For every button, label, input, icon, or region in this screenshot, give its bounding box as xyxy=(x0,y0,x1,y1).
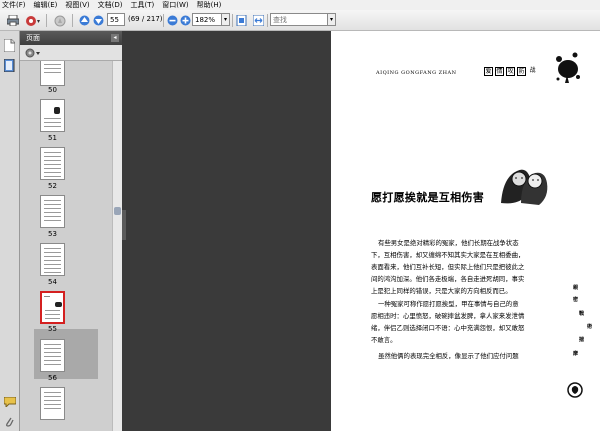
thumbnail-label: 56 xyxy=(48,374,57,382)
body-line: 表面看来，他们互补长短，但实际上他们只是把彼此之 xyxy=(371,263,525,271)
thumbnail-label: 53 xyxy=(48,230,57,238)
thumbnail-page-selected[interactable] xyxy=(40,291,65,324)
options-icon[interactable] xyxy=(25,48,41,60)
menu-view[interactable]: 视图(V) xyxy=(65,0,89,10)
header-char-box: 防 xyxy=(517,67,526,76)
menu-edit[interactable]: 编辑(E) xyxy=(34,0,58,10)
thumbnail-page[interactable] xyxy=(40,339,65,372)
couple-illustration xyxy=(495,157,551,209)
page-count-label: (69 / 217) xyxy=(128,15,163,23)
panel-splitter[interactable] xyxy=(122,210,126,240)
side-vertical-char: 揣 xyxy=(579,337,585,343)
pages-panel-title: 页面 xyxy=(26,34,40,42)
search-input[interactable] xyxy=(270,13,328,26)
menu-tools[interactable]: 工具(T) xyxy=(131,0,155,10)
thumbnail-label: 55 xyxy=(48,325,57,333)
search-dropdown-icon[interactable]: ▾ xyxy=(328,13,336,26)
header-char-box: 战 xyxy=(529,67,536,74)
side-vertical-char: 術 xyxy=(587,324,593,330)
body-line: 有些男女是绝对精彩的冤家，他们长期在战争状态 xyxy=(378,239,519,247)
zoom-in-icon[interactable] xyxy=(179,14,191,27)
side-vertical-char: 親 xyxy=(573,285,579,291)
side-vertical-char: 戰 xyxy=(579,311,585,317)
thumbnail-list[interactable]: 50 51 52 53 54 55 56 xyxy=(20,61,112,431)
thumbnail-page[interactable] xyxy=(40,147,65,180)
thumbnail-label: 51 xyxy=(48,134,57,142)
body-line: 一种冤家可称作愿打愿挨型，甲在事情与自己的意 xyxy=(378,300,519,308)
menu-help[interactable]: 帮助(H) xyxy=(197,0,222,10)
toolbar: (69 / 217) ▾ ▾ xyxy=(0,10,600,31)
document-page: AIQING GONGFANG ZHAN 爱 情 攻 防 战 愿打愿挨就是互相伤… xyxy=(331,31,600,431)
header-char-box: 攻 xyxy=(506,67,515,76)
next-page-icon[interactable] xyxy=(92,14,104,27)
body-line: 愿相违时：心里愤怒，破碗摔盆发脾，拿人家来发泄情 xyxy=(371,312,525,320)
side-vertical-char: 摩 xyxy=(573,351,579,357)
scrollbar-thumb[interactable] xyxy=(114,207,121,215)
thumbnail-page[interactable] xyxy=(40,61,65,86)
body-line: 上是犯上同样的错误，只是大家的方向相反而已。 xyxy=(371,287,512,295)
body-line: 虽然他俩的表现完全相反，像显示了他们应付问题 xyxy=(378,352,519,360)
bookmarks-icon[interactable] xyxy=(3,58,15,74)
print-icon[interactable] xyxy=(6,14,20,27)
body-line: 不敢言。 xyxy=(371,336,397,344)
thumbnail-label: 50 xyxy=(48,86,57,94)
pages-panel: 页面 ◂ 50 51 52 53 54 55 56 xyxy=(20,31,122,431)
header-char-box: 爱 xyxy=(484,67,493,76)
ink-splash-decoration xyxy=(553,49,581,87)
menu-window[interactable]: 窗口(W) xyxy=(162,0,188,10)
left-icon-bar xyxy=(0,31,20,431)
thumbnail-label: 54 xyxy=(48,278,57,286)
fit-page-icon[interactable] xyxy=(234,14,248,27)
menu-document[interactable]: 文档(D) xyxy=(98,0,123,10)
zoom-input[interactable] xyxy=(192,13,222,26)
thumbnail-page[interactable] xyxy=(40,243,65,276)
collaborate-icon[interactable] xyxy=(24,14,42,27)
document-background xyxy=(122,31,331,431)
header-latin-text: AIQING GONGFANG ZHAN xyxy=(376,70,457,76)
body-line: 下，互相伤害，却又缠绵不知其实大家是在互相委曲， xyxy=(371,251,525,259)
thumbnail-page[interactable] xyxy=(40,99,65,132)
menu-file[interactable]: 文件(F) xyxy=(2,0,26,10)
menu-bar: 文件(F) 编辑(E) 视图(V) 文档(D) 工具(T) 窗口(W) 帮助(H… xyxy=(0,0,600,10)
pages-panel-tools xyxy=(20,45,122,61)
thumbnail-label: 52 xyxy=(48,182,57,190)
page-number-input[interactable] xyxy=(107,13,125,26)
previous-page-icon[interactable] xyxy=(78,14,90,27)
attachment-icon[interactable] xyxy=(4,415,14,430)
body-line: 间的鸿沟加深。他们各走极端，各自走进死胡同，事实 xyxy=(371,275,525,283)
pages-panel-header: 页面 ◂ xyxy=(20,31,122,45)
thumbnail-page[interactable] xyxy=(40,387,65,420)
thumbnail-page[interactable] xyxy=(40,195,65,228)
zoom-dropdown-icon[interactable]: ▾ xyxy=(222,13,230,26)
zoom-out-icon[interactable] xyxy=(166,14,178,27)
side-vertical-char: 密 xyxy=(573,297,579,303)
fit-width-icon[interactable] xyxy=(251,14,265,27)
thumbnail-scrollbar[interactable] xyxy=(112,61,122,431)
page-emblem-icon xyxy=(567,382,583,400)
pages-icon[interactable] xyxy=(3,38,16,54)
header-char-box: 情 xyxy=(495,67,504,76)
hand-tool-icon[interactable] xyxy=(52,14,68,27)
body-line: 绪，伴侣乙则选择闭口不语：心中充满怨恨，却又敢怒 xyxy=(371,324,525,332)
article-title: 愿打愿挨就是互相伤害 xyxy=(371,191,484,204)
comments-icon[interactable] xyxy=(3,396,17,409)
close-panel-icon[interactable]: ◂ xyxy=(111,34,119,42)
